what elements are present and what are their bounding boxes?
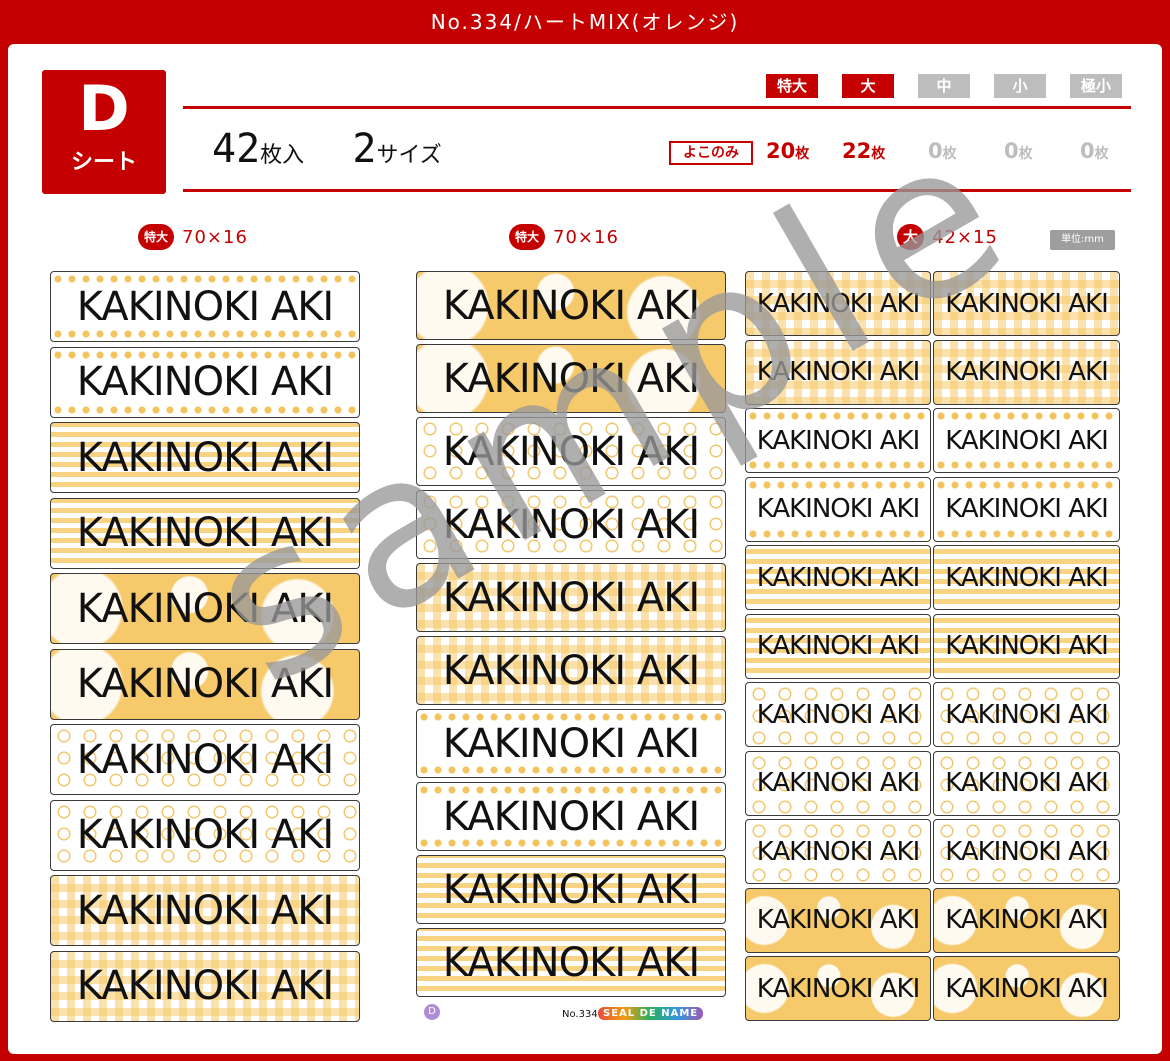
size-chip-dai: 大 <box>842 74 894 98</box>
name-label: KAKINOKI AKI <box>933 408 1120 473</box>
name-label: KAKINOKI AKI <box>50 950 360 1022</box>
count-number: 42 <box>212 126 261 172</box>
count-unit: 枚入 <box>260 143 305 168</box>
sheet-sub: シート <box>70 150 137 175</box>
sizes-unit: サイズ <box>376 143 442 168</box>
name-label-text: KAKINOKI AKI <box>945 562 1108 593</box>
name-label-text: KAKINOKI AKI <box>442 793 700 840</box>
name-label-text: KAKINOKI AKI <box>945 905 1108 935</box>
column-header-1: 特大 70×16 <box>138 224 248 252</box>
name-label-text: KAKINOKI AKI <box>945 836 1108 867</box>
name-label-text: KAKINOKI AKI <box>756 905 920 935</box>
name-label-text: KAKINOKI AKI <box>756 631 920 661</box>
sheet-type-badge: D シート <box>42 70 166 194</box>
page-title: No.334/ハートMIX(オレンジ) <box>430 10 740 34</box>
column-dimension: 70×16 <box>182 226 248 248</box>
sheet-letter: D <box>78 72 130 145</box>
name-label: KAKINOKI AKI <box>933 682 1120 747</box>
name-label-text: KAKINOKI AKI <box>76 812 334 858</box>
name-label-text: KAKINOKI AKI <box>756 768 920 798</box>
divider-top <box>183 106 1131 109</box>
name-label: KAKINOKI AKI <box>933 339 1120 405</box>
name-label: KAKINOKI AKI <box>745 887 931 953</box>
qty-sho: 0枚 <box>1004 139 1033 163</box>
name-label-text: KAKINOKI AKI <box>756 973 920 1004</box>
column-size-badge: 特大 <box>138 224 175 250</box>
name-label-text: KAKINOKI AKI <box>76 736 334 783</box>
name-label: KAKINOKI AKI <box>416 928 726 997</box>
footer-sheet-letter: D <box>424 1004 440 1020</box>
name-label-text: KAKINOKI AKI <box>442 720 700 767</box>
name-label: KAKINOKI AKI <box>745 476 931 542</box>
name-label: KAKINOKI AKI <box>933 819 1120 884</box>
name-label: KAKINOKI AKI <box>745 956 931 1021</box>
name-label-text: KAKINOKI AKI <box>442 866 700 913</box>
name-label-text: KAKINOKI AKI <box>945 699 1108 730</box>
name-label: KAKINOKI AKI <box>50 346 360 418</box>
name-label-text: KAKINOKI AKI <box>756 562 920 593</box>
name-label-text: KAKINOKI AKI <box>76 283 334 330</box>
name-label-text: KAKINOKI AKI <box>945 425 1108 456</box>
sizes-number: 2 <box>352 126 377 172</box>
name-label-text: KAKINOKI AKI <box>756 699 920 730</box>
name-label-text: KAKINOKI AKI <box>945 494 1108 524</box>
footer-number: No.334 <box>562 1009 598 1020</box>
name-label-text: KAKINOKI AKI <box>76 887 334 934</box>
name-label: KAKINOKI AKI <box>745 682 931 747</box>
name-label-text: KAKINOKI AKI <box>442 939 700 986</box>
name-label-text: KAKINOKI AKI <box>442 647 700 694</box>
label-count: 42枚入 2サイズ <box>212 126 442 172</box>
name-label: KAKINOKI AKI <box>416 709 726 778</box>
name-label: KAKINOKI AKI <box>933 476 1120 542</box>
footer-brand-logo: SEAL DE NAME <box>598 1007 704 1020</box>
name-label-text: KAKINOKI AKI <box>76 963 334 1009</box>
name-label: KAKINOKI AKI <box>50 271 360 342</box>
name-label: KAKINOKI AKI <box>416 782 726 851</box>
size-chip-tokudai: 特大 <box>766 74 818 98</box>
name-label: KAKINOKI AKI <box>745 613 931 679</box>
name-label-text: KAKINOKI AKI <box>756 836 920 867</box>
name-label: KAKINOKI AKI <box>933 887 1120 953</box>
name-label-text: KAKINOKI AKI <box>945 768 1108 798</box>
name-label-text: KAKINOKI AKI <box>945 357 1108 387</box>
name-label-text: KAKINOKI AKI <box>945 973 1108 1004</box>
name-label: KAKINOKI AKI <box>933 613 1120 679</box>
column-size-badge: 特大 <box>509 224 546 250</box>
name-label-text: KAKINOKI AKI <box>945 631 1108 661</box>
column-dimension: 70×16 <box>553 226 619 248</box>
name-label: KAKINOKI AKI <box>50 875 360 946</box>
name-label: KAKINOKI AKI <box>933 545 1120 610</box>
name-label: KAKINOKI AKI <box>50 799 360 871</box>
name-label: KAKINOKI AKI <box>933 750 1120 816</box>
orientation-badge: よこのみ <box>669 141 753 165</box>
name-label: KAKINOKI AKI <box>745 750 931 816</box>
size-chip-gokusho: 極小 <box>1070 74 1122 98</box>
name-label: KAKINOKI AKI <box>50 724 360 795</box>
name-label: KAKINOKI AKI <box>933 956 1120 1021</box>
name-label-text: KAKINOKI AKI <box>756 494 920 524</box>
name-label: KAKINOKI AKI <box>745 819 931 884</box>
column-header-2: 特大 70×16 <box>509 224 619 252</box>
name-label: KAKINOKI AKI <box>416 855 726 924</box>
name-label-text: KAKINOKI AKI <box>76 359 334 405</box>
qty-gokusho: 0枚 <box>1080 139 1109 163</box>
name-label: KAKINOKI AKI <box>745 545 931 610</box>
name-label: KAKINOKI AKI <box>416 636 726 705</box>
unit-note: 単位:mm <box>1050 230 1115 250</box>
size-chip-sho: 小 <box>994 74 1046 98</box>
